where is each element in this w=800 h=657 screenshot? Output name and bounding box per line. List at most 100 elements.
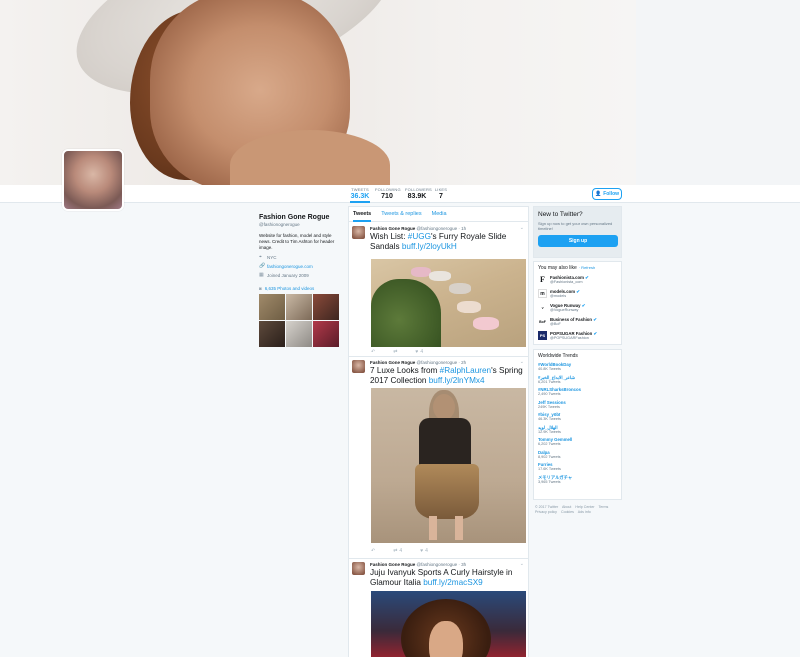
tweet[interactable]: Fashion Gone Rogue @fashiongonerogue · 3… <box>349 559 528 657</box>
photo-thumbnail[interactable] <box>259 321 285 347</box>
profile-joined: ▦ Joined January 2009 <box>259 273 344 279</box>
trend-item[interactable]: メモリアルガチャ 3,965 Tweets <box>538 475 617 485</box>
reply-icon[interactable]: ↶ <box>371 349 375 355</box>
tweet[interactable]: Fashion Gone Rogue @fashiongonerogue · 1… <box>349 223 528 357</box>
signup-button[interactable]: Sign up <box>538 235 618 247</box>
trend-item[interactable]: Dalpa 8,902 Tweets <box>538 450 617 460</box>
like-icon: ♥ <box>420 548 424 554</box>
retweet-count: 4 <box>399 548 403 554</box>
footer-link-about[interactable]: About <box>562 505 571 509</box>
account-logo[interactable]: PS <box>538 331 547 340</box>
nav-followers[interactable]: FOLLOWERS 83.9K <box>405 187 432 201</box>
photo-thumbnail[interactable] <box>286 294 312 320</box>
tweet-link[interactable]: buff.ly/2lnYMx4 <box>429 376 485 385</box>
retweet-button[interactable]: ⇄ 4 <box>393 548 402 554</box>
photos-videos-link[interactable]: ◙ 6,635 Photos and videos <box>259 286 344 291</box>
trend-count: 6,202 Tweets <box>538 442 561 446</box>
suggested-account[interactable]: PS POPSUGAR Fashion ✔ @POPSUGARFashion <box>538 331 617 341</box>
tweet-author-name[interactable]: Fashion Gone Rogue <box>370 562 415 567</box>
tweet-author-handle[interactable]: @fashiongonerogue · 2h <box>417 360 467 365</box>
chevron-down-icon[interactable]: ⌄ <box>520 359 524 365</box>
tweet-header: Fashion Gone Rogue @fashiongonerogue · 1… <box>370 226 466 231</box>
tweet-link[interactable]: buff.ly/2loyUkH <box>402 242 457 251</box>
tweet-media-image[interactable] <box>371 259 526 347</box>
trend-item[interactable]: Furries 17.6K Tweets <box>538 462 617 472</box>
reply-icon[interactable]: ↶ <box>371 548 375 554</box>
trend-item[interactable]: Tommy Gemmell 6,202 Tweets <box>538 437 617 447</box>
trend-item[interactable]: #WorldBookDay 40.8K Tweets <box>538 362 617 372</box>
tab-tweets[interactable]: Tweets <box>353 207 372 222</box>
nav-tweets-count: 36.3K <box>350 193 370 200</box>
like-button[interactable]: ♥ 4 <box>415 349 423 355</box>
tweet-text: Wish List: #UGG's Furry Royale Slide San… <box>370 232 524 252</box>
trend-item[interactable]: Jeff Sessions 249K Tweets <box>538 400 617 410</box>
chevron-down-icon[interactable]: ⌄ <box>520 561 524 567</box>
photo-thumbnail[interactable] <box>286 321 312 347</box>
tweet-avatar[interactable] <box>352 360 365 373</box>
tweet-media-image[interactable] <box>371 388 526 543</box>
tweet-actions: ↶ ⇄ ♥ 4 <box>371 349 423 355</box>
nav-likes[interactable]: LIKES 7 <box>434 187 448 201</box>
verified-icon: ✔ <box>585 275 589 280</box>
profile-website-text[interactable]: fashiongonerogue.com <box>267 264 313 269</box>
footer-link-privacy[interactable]: Privacy policy <box>535 510 557 514</box>
trend-item[interactable]: #NRLSharksBroncos 2,490 Tweets <box>538 387 617 397</box>
suggested-account[interactable]: BoF Business of Fashion ✔ @BoF <box>538 317 617 327</box>
follow-button-label: Follow <box>603 191 620 197</box>
tab-tweets-replies[interactable]: Tweets & replies <box>381 207 421 222</box>
tweet-avatar[interactable] <box>352 562 365 575</box>
suggested-account[interactable]: m models.com ✔ @models <box>538 289 617 299</box>
add-user-icon: 👤 <box>594 191 602 197</box>
suggested-account[interactable]: V Vogue Runway ✔ @VogueRunway <box>538 303 617 313</box>
footer-copyright: © 2017 Twitter <box>535 505 559 509</box>
tweet-author-handle[interactable]: @fashiongonerogue · 3h <box>417 562 467 567</box>
chevron-down-icon[interactable]: ⌄ <box>520 225 524 231</box>
photos-videos-label[interactable]: 6,635 Photos and videos <box>265 286 315 291</box>
trend-item[interactable]: #bisy_yōbī 46.3K Tweets <box>538 412 617 422</box>
trend-item[interactable]: #شاعر_الابداع_الخبر 6,201 Tweets <box>538 375 617 385</box>
photo-thumbnail[interactable] <box>259 294 285 320</box>
tweet-author-name[interactable]: Fashion Gone Rogue <box>370 226 415 231</box>
photo-thumbnail[interactable] <box>313 294 339 320</box>
account-handle: @VogueRunway <box>550 308 579 312</box>
profile-avatar[interactable] <box>62 149 124 211</box>
photo-thumbnail[interactable] <box>313 321 339 347</box>
account-handle: @POPSUGARFashion <box>550 336 589 340</box>
tweet-author-handle[interactable]: @fashiongonerogue · 1h <box>417 226 467 231</box>
profile-bio: Website for fashion, model and style new… <box>259 233 335 250</box>
tab-media[interactable]: Media <box>432 207 447 222</box>
account-logo[interactable]: m <box>538 289 547 298</box>
tweet-media-image[interactable] <box>371 591 526 657</box>
signup-text: Sign up now to get your own personalized… <box>538 221 613 231</box>
like-button[interactable]: ♥ 4 <box>420 548 428 554</box>
profile-website[interactable]: 🔗 fashiongonerogue.com <box>259 264 344 270</box>
nav-following[interactable]: FOLLOWING 710 <box>375 187 401 201</box>
trends-module: Worldwide Trends #WorldBookDay 40.8K Twee… <box>533 349 622 500</box>
trend-item[interactable]: الهلال_لويد 12.9K Tweets <box>538 425 617 435</box>
account-logo[interactable]: BoF <box>538 317 547 326</box>
tweet-link[interactable]: buff.ly/2macSX9 <box>423 578 482 587</box>
nav-tweets[interactable]: TWEETS 36.3K <box>350 187 370 203</box>
account-logo[interactable]: F <box>538 275 547 284</box>
tweet-text: 7 Luxe Looks from #RalphLauren's Spring … <box>370 366 524 386</box>
nav-likes-count: 7 <box>439 193 443 200</box>
profile-name[interactable]: Fashion Gone Rogue <box>259 214 344 221</box>
footer-link-cookies[interactable]: Cookies <box>561 510 574 514</box>
hashtag-link[interactable]: #RalphLauren <box>440 366 491 375</box>
follow-button[interactable]: 👤 Follow <box>592 188 622 200</box>
retweet-icon[interactable]: ⇄ <box>393 349 397 355</box>
tweet-author-name[interactable]: Fashion Gone Rogue <box>370 360 415 365</box>
refresh-link[interactable]: · Refresh <box>579 265 595 270</box>
suggested-account[interactable]: F Fashionista.com ✔ @Fashionista_com <box>538 275 617 285</box>
hashtag-link[interactable]: #UGG <box>408 232 431 241</box>
tweet-avatar[interactable] <box>352 226 365 239</box>
like-count: 4 <box>425 548 428 554</box>
footer-link-terms[interactable]: Terms <box>599 505 609 509</box>
profile-handle[interactable]: @fashionognerogue <box>259 222 344 227</box>
footer-link-help[interactable]: Help Center <box>575 505 594 509</box>
tweet[interactable]: Fashion Gone Rogue @fashiongonerogue · 2… <box>349 357 528 559</box>
account-logo[interactable]: V <box>538 303 547 312</box>
tweet-timeline: Tweets Tweets & replies Media Fashion Go… <box>348 206 529 657</box>
trend-count: 6,201 Tweets <box>538 379 561 384</box>
footer-link-ads[interactable]: Ads info <box>578 510 591 514</box>
